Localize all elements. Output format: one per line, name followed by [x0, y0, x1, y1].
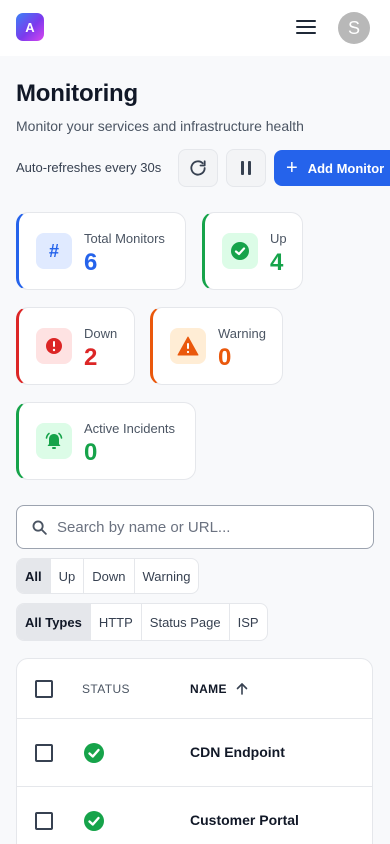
stat-value: 0	[84, 439, 98, 466]
monitor-name[interactable]: Customer Portal	[190, 812, 299, 828]
row-checkbox[interactable]	[35, 744, 53, 762]
monitors-table: STATUS NAME CDN Endpoint Customer Portal	[16, 658, 373, 844]
stat-value: 4	[270, 249, 284, 276]
column-header-name-label: NAME	[190, 682, 227, 696]
alert-circle-icon	[36, 328, 72, 364]
check-circle-icon	[222, 233, 258, 269]
search-input[interactable]	[57, 516, 357, 538]
stat-value: 2	[84, 344, 98, 371]
filter-all-types[interactable]: All Types	[17, 604, 90, 640]
row-checkbox[interactable]	[35, 812, 53, 830]
page-title: Monitoring	[16, 80, 138, 107]
auto-refresh-text: Auto-refreshes every 30s	[16, 160, 162, 175]
table-row[interactable]: Customer Portal	[17, 787, 372, 844]
stat-card-up[interactable]: Up 4	[202, 212, 303, 290]
stat-label: Warning	[218, 326, 266, 341]
filter-all[interactable]: All	[17, 559, 50, 593]
stat-label: Down	[84, 326, 118, 341]
table-header-row: STATUS NAME	[17, 659, 372, 719]
status-up-icon	[84, 743, 104, 763]
filter-status-page[interactable]: Status Page	[140, 604, 229, 640]
page-subtitle: Monitor your services and infrastructure…	[16, 118, 304, 134]
add-monitor-label: Add Monitor	[307, 160, 385, 176]
stat-label: Up	[270, 231, 287, 246]
stat-card-warning[interactable]: Warning 0	[150, 307, 283, 385]
search-icon	[32, 520, 47, 535]
pause-icon	[241, 161, 251, 175]
filter-http[interactable]: HTTP	[89, 604, 141, 640]
column-header-status[interactable]: STATUS	[82, 682, 130, 696]
monitor-name[interactable]: CDN Endpoint	[190, 744, 285, 760]
stat-card-active-incidents[interactable]: Active Incidents 0	[16, 402, 196, 480]
bell-alert-icon	[36, 423, 72, 459]
pause-button[interactable]	[226, 149, 266, 187]
top-bar: A S	[0, 0, 390, 56]
stat-card-down[interactable]: Down 2	[16, 307, 135, 385]
select-all-checkbox[interactable]	[35, 680, 53, 698]
refresh-icon	[190, 160, 206, 176]
stat-label: Active Incidents	[84, 421, 176, 436]
user-avatar[interactable]: S	[338, 12, 370, 44]
status-filter: All Up Down Warning	[16, 558, 200, 594]
avatar-letter: S	[347, 17, 360, 38]
status-up-icon	[84, 811, 104, 831]
filter-up[interactable]: Up	[49, 559, 84, 593]
stat-value: 0	[218, 344, 232, 371]
warning-triangle-icon	[170, 328, 206, 364]
hash-icon: #	[36, 233, 72, 269]
arrow-up-icon	[236, 683, 248, 695]
add-monitor-button[interactable]: + Add Monitor	[274, 150, 390, 186]
filter-warning[interactable]: Warning	[133, 559, 199, 593]
stat-card-total-monitors[interactable]: # Total Monitors 6	[16, 212, 186, 290]
logo-letter: A	[25, 19, 35, 35]
table-row[interactable]: CDN Endpoint	[17, 719, 372, 787]
refresh-button[interactable]	[178, 149, 218, 187]
column-header-name[interactable]: NAME	[190, 682, 249, 696]
stat-label: Total Monitors	[84, 231, 165, 246]
type-filter: All Types HTTP Status Page ISP	[16, 603, 268, 641]
filter-isp[interactable]: ISP	[228, 604, 267, 640]
app-logo[interactable]: A	[16, 13, 44, 41]
hamburger-menu-icon[interactable]	[296, 20, 316, 36]
stat-value: 6	[84, 249, 98, 276]
plus-icon: +	[286, 157, 298, 179]
search-box	[16, 505, 374, 549]
filter-down[interactable]: Down	[83, 559, 133, 593]
